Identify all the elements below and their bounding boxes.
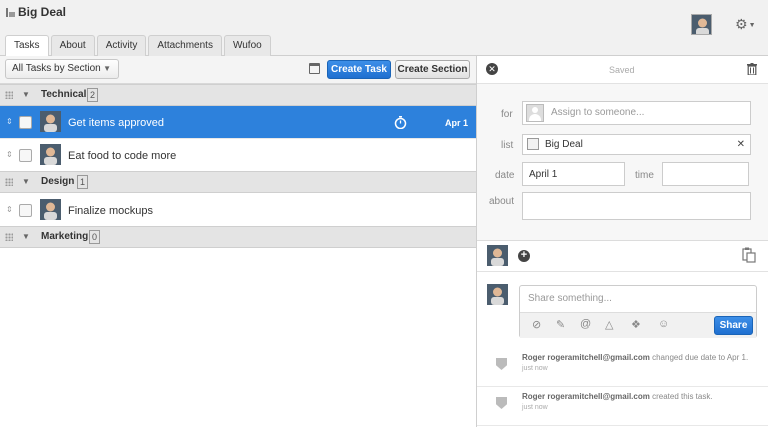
drag-handle-icon[interactable] [5,178,13,186]
activity-shield-icon [496,397,507,409]
section-header-marketing[interactable]: ▼ Marketing 0 [0,226,476,248]
follower-avatar[interactable] [487,245,508,266]
section-count-badge: 2 [87,88,99,102]
assignee-avatar [40,111,61,132]
add-follower-icon[interactable]: + [518,250,530,262]
task-checkbox[interactable] [19,204,32,217]
task-name[interactable]: Get items approved [68,117,164,129]
section-header-technical[interactable]: ▼ Technical 2 [0,84,476,106]
save-status: Saved [609,65,635,75]
activity-timestamp: just now [522,404,548,411]
share-button[interactable]: Share [714,316,753,335]
trash-icon[interactable] [747,63,757,75]
time-label: time [635,170,654,181]
assignee-placeholder: Assign to someone... [551,107,645,118]
task-detail-panel: ✕ Saved for Assign to someone... list Bi… [476,56,768,427]
section-name: Design [41,176,75,187]
section-count-badge: 1 [77,175,89,189]
task-row[interactable]: ⇕ Finalize mockups [0,194,476,227]
activity-timestamp: just now [522,365,548,372]
view-filter-label: All Tasks by Section [12,63,101,74]
project-title: Big Deal [18,5,67,19]
comment-placeholder[interactable]: Share something... [528,293,612,304]
tab-attachments[interactable]: Attachments [148,35,222,56]
create-section-button[interactable]: Create Section [395,60,470,79]
attach-icon[interactable]: ⊘ [532,318,541,331]
list-field[interactable]: Big Deal ✕ [522,134,751,155]
task-checkbox[interactable] [19,149,32,162]
project-icon [6,8,15,17]
comment-toolbar: ⊘ ✎ @ △ ❖ ☺ Share [520,312,756,338]
tab-wufoo[interactable]: Wufoo [223,35,271,56]
task-toolbar: All Tasks by Section ▼ Create Task Creat… [0,56,476,84]
drag-handle-icon[interactable]: ⇕ [6,117,13,126]
task-name[interactable]: Eat food to code more [68,150,176,162]
calendar-icon[interactable] [309,63,320,74]
chevron-down-icon: ▼ [748,22,756,29]
activity-shield-icon [496,358,507,370]
task-name[interactable]: Finalize mockups [68,205,153,217]
activity-item: Roger rogeramitchell@gmail.com created t… [477,388,768,426]
due-time-input[interactable] [662,162,749,186]
list-label: list [501,140,514,151]
comment-box[interactable]: Share something... ⊘ ✎ @ △ ❖ ☺ Share [519,285,757,338]
list-value: Big Deal [545,139,583,150]
stopwatch-icon[interactable] [394,116,407,129]
section-name: Technical [41,89,87,100]
project-icon [527,138,539,150]
assignee-avatar [40,144,61,165]
pencil-icon[interactable]: ✎ [556,318,565,331]
view-filter-dropdown[interactable]: All Tasks by Section ▼ [5,59,119,79]
tab-bar: Tasks About Activity Attachments Wufoo [5,35,271,57]
followers-bar: + [477,241,768,272]
tab-about[interactable]: About [50,35,95,56]
current-user-avatar [487,284,508,305]
remove-list-icon[interactable]: ✕ [737,135,745,154]
drag-handle-icon[interactable] [5,91,13,99]
google-drive-icon[interactable]: △ [605,318,613,331]
project-header: Big Deal ⚙▼ Tasks About Activity Attachm… [0,0,768,57]
collapse-triangle-icon[interactable]: ▼ [22,232,30,241]
mention-icon[interactable]: @ [580,318,591,330]
task-due-date: Apr 1 [444,118,468,128]
collapse-triangle-icon[interactable]: ▼ [22,90,30,99]
chevron-down-icon: ▼ [103,64,111,73]
activity-item: Roger rogeramitchell@gmail.com changed d… [477,349,768,387]
person-placeholder-icon [526,104,544,122]
drag-handle-icon[interactable]: ⇕ [6,150,13,159]
for-label: for [501,109,513,120]
tab-activity[interactable]: Activity [96,35,147,56]
tab-tasks[interactable]: Tasks [5,35,49,57]
due-date-input[interactable] [522,162,625,186]
drag-handle-icon[interactable]: ⇕ [6,205,13,214]
detail-toolbar: ✕ Saved [477,56,768,84]
emoji-icon[interactable]: ☺ [658,318,669,330]
close-icon[interactable]: ✕ [486,63,498,75]
attachments-icon[interactable] [742,247,756,263]
assignee-avatar [40,199,61,220]
dropbox-icon[interactable]: ❖ [631,318,641,331]
settings-menu[interactable]: ⚙▼ [735,16,756,33]
task-checkbox[interactable] [19,116,32,129]
collapse-triangle-icon[interactable]: ▼ [22,177,30,186]
section-name: Marketing [41,231,89,242]
date-label: date [495,170,515,181]
about-label: about [489,196,515,207]
create-task-button[interactable]: Create Task [327,60,391,79]
activity-message: Roger rogeramitchell@gmail.com changed d… [522,353,749,362]
user-avatar[interactable] [691,14,712,35]
gear-icon: ⚙ [735,16,748,32]
description-textarea[interactable] [522,192,751,220]
section-header-design[interactable]: ▼ Design 1 [0,171,476,193]
assignee-field[interactable]: Assign to someone... [522,101,751,125]
activity-message: Roger rogeramitchell@gmail.com created t… [522,392,713,401]
task-row[interactable]: ⇕ Get items approved Apr 1 [0,106,476,139]
task-list-panel: All Tasks by Section ▼ Create Task Creat… [0,56,476,427]
task-fields: for Assign to someone... list Big Deal ✕… [477,84,768,241]
task-row[interactable]: ⇕ Eat food to code more [0,139,476,172]
section-count-badge: 0 [89,230,101,244]
drag-handle-icon[interactable] [5,233,13,241]
